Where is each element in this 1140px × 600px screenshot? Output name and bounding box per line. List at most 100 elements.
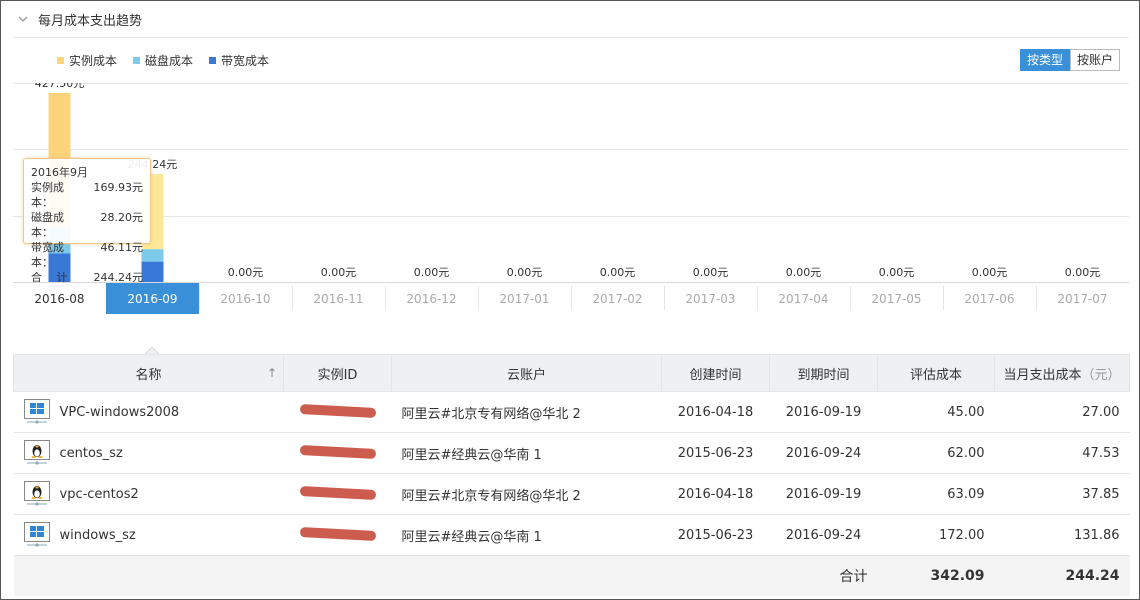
sort-asc-icon[interactable]: ↑ [267, 366, 277, 380]
total-row: 合计 342.09 244.24 [13, 555, 1130, 596]
redacted-id [299, 485, 376, 500]
cell-account: 阿里云#经典云@华南 1 [391, 432, 662, 474]
cost-trend-panel: 每月成本支出趋势 实例成本 磁盘成本 带宽成本 按类型 按账户 427.50元 2… [0, 0, 1140, 600]
total-label-2017-05: 0.00元 [879, 266, 915, 279]
bar-2016-09-bandwidth[interactable] [141, 261, 164, 282]
legend-item-instance[interactable]: 实例成本 [57, 52, 117, 69]
cell-month-cost: 27.00 [994, 391, 1130, 433]
cell-account: 阿里云#北京专有网络@华北 2 [391, 391, 662, 433]
column-header-expires[interactable]: 到期时间 [769, 354, 878, 392]
legend-item-bandwidth[interactable]: 带宽成本 [209, 52, 269, 69]
cell-instance-id [283, 432, 392, 474]
tooltip-title: 2016年9月 [31, 166, 88, 179]
total-label-2017-04: 0.00元 [786, 266, 822, 279]
month-tab-2017-03[interactable]: 2017-03 [685, 292, 735, 306]
column-header-account[interactable]: 云账户 [391, 354, 662, 392]
total-est-cost: 342.09 [877, 555, 995, 596]
month-tab-2016-10[interactable]: 2016-10 [220, 292, 270, 306]
month-tab-2017-07[interactable]: 2017-07 [1057, 292, 1107, 306]
by-account-button[interactable]: 按账户 [1070, 49, 1121, 71]
month-tab-2017-06[interactable]: 2017-06 [964, 292, 1014, 306]
cell-expires: 2016-09-19 [769, 391, 878, 433]
instance-name[interactable]: VPC-windows2008 [60, 405, 180, 420]
instance-name-cell: windows_sz [23, 522, 274, 548]
redacted-id [299, 444, 376, 459]
cell-name: vpc-centos2 [13, 473, 284, 515]
month-tab-2016-11[interactable]: 2016-11 [313, 292, 363, 306]
column-header-name[interactable]: 名称 ↑ [13, 354, 284, 392]
total-label-2016-08: 427.50元 [35, 83, 85, 90]
cell-account: 阿里云#北京专有网络@华北 2 [391, 473, 662, 515]
month-tab-2017-04[interactable]: 2017-04 [778, 292, 828, 306]
cell-est-cost: 62.00 [877, 432, 995, 474]
divider [13, 37, 1129, 38]
windows-icon [23, 399, 50, 424]
total-label-2017-02: 0.00元 [600, 266, 636, 279]
column-header-label: 当月支出成本 [1003, 367, 1082, 383]
total-month-cost: 244.24 [994, 555, 1130, 596]
cell-name: VPC-windows2008 [13, 391, 284, 433]
month-tab-2017-05[interactable]: 2017-05 [871, 292, 921, 306]
tooltip-key: 带宽成本： [31, 241, 64, 269]
bar-2016-09-disk[interactable] [141, 249, 164, 262]
column-header-instance-id[interactable]: 实例ID [283, 354, 392, 392]
chart-legend: 实例成本 磁盘成本 带宽成本 [57, 52, 285, 69]
table-row[interactable]: windows_sz 阿里云#经典云@华南 1 2015-06-23 2016-09-… [13, 514, 1130, 556]
legend-swatch [209, 57, 217, 64]
instance-cost-table: 名称 ↑ 实例ID 云账户 创建时间 到期时间 评估成本 当月支出成本（元） V… [13, 354, 1130, 596]
month-tab-2017-02[interactable]: 2017-02 [592, 292, 642, 306]
instance-name-cell: vpc-centos2 [23, 481, 274, 507]
tooltip-row: 带宽成本： 46.11元 [31, 240, 143, 270]
unit-label: （元） [1081, 367, 1121, 383]
table-header-row: 名称 ↑ 实例ID 云账户 创建时间 到期时间 评估成本 当月支出成本（元） [13, 354, 1130, 392]
tooltip-value: 28.20元 [100, 211, 144, 224]
cell-name: centos_sz [13, 432, 284, 474]
instance-name[interactable]: centos_sz [60, 446, 123, 461]
month-tab-2017-01[interactable]: 2017-01 [499, 292, 549, 306]
cell-est-cost: 63.09 [877, 473, 995, 515]
instance-name[interactable]: windows_sz [60, 528, 136, 543]
legend-label: 带宽成本 [221, 54, 270, 68]
redacted-id [299, 526, 376, 541]
column-header-created[interactable]: 创建时间 [661, 354, 770, 392]
total-label-2016-12: 0.00元 [414, 266, 450, 279]
month-tab-2016-08[interactable]: 2016-08 [34, 292, 84, 306]
tooltip-row: 合 计 244.24元 [31, 270, 143, 285]
linux-icon [23, 440, 50, 465]
total-label-2016-10: 0.00元 [228, 266, 264, 279]
cell-name: windows_sz [13, 514, 284, 556]
table-row[interactable]: VPC-windows2008 阿里云#北京专有网络@华北 2 2016-04-18… [13, 391, 1130, 433]
tooltip-key: 实例成本： [31, 181, 64, 209]
cell-created: 2015-06-23 [661, 514, 770, 556]
column-header-est-cost[interactable]: 评估成本 [877, 354, 995, 392]
by-type-button[interactable]: 按类型 [1020, 49, 1071, 71]
panel-header[interactable]: 每月成本支出趋势 [1, 1, 1139, 37]
cell-created: 2016-04-18 [661, 391, 770, 433]
column-header-month-cost[interactable]: 当月支出成本（元） [994, 354, 1130, 392]
cell-instance-id [283, 391, 392, 433]
panel-title: 每月成本支出趋势 [38, 14, 143, 29]
cell-created: 2016-04-18 [661, 473, 770, 515]
total-label-2017-06: 0.00元 [972, 266, 1008, 279]
table-row[interactable]: vpc-centos2 阿里云#北京专有网络@华北 2 2016-04-18 2016… [13, 473, 1130, 515]
legend-label: 实例成本 [69, 54, 118, 68]
legend-swatch [133, 57, 141, 64]
instance-name[interactable]: vpc-centos2 [60, 487, 139, 502]
chevron-down-icon[interactable] [16, 12, 30, 26]
cost-chart: 427.50元 2016-08 244.24元 2016-09 0.00元 2016-10… [13, 83, 1129, 315]
month-tab-2016-09[interactable]: 2016-09 [127, 292, 177, 306]
redacted-id [299, 403, 376, 418]
instance-name-cell: VPC-windows2008 [23, 399, 274, 425]
month-tab-2016-12[interactable]: 2016-12 [406, 292, 456, 306]
total-label-2017-01: 0.00元 [507, 266, 543, 279]
legend-item-disk[interactable]: 磁盘成本 [133, 52, 193, 69]
cell-month-cost: 37.85 [994, 473, 1130, 515]
cell-expires: 2016-09-24 [769, 514, 878, 556]
cell-month-cost: 131.86 [994, 514, 1130, 556]
cell-est-cost: 172.00 [877, 514, 995, 556]
tooltip-row: 磁盘成本： 28.20元 [31, 210, 143, 240]
tooltip-value: 46.11元 [100, 241, 144, 254]
table-row[interactable]: centos_sz 阿里云#经典云@华南 1 2015-06-23 2016-09-2… [13, 432, 1130, 474]
tooltip-value: 244.24元 [93, 271, 144, 284]
total-label-2016-11: 0.00元 [321, 266, 357, 279]
